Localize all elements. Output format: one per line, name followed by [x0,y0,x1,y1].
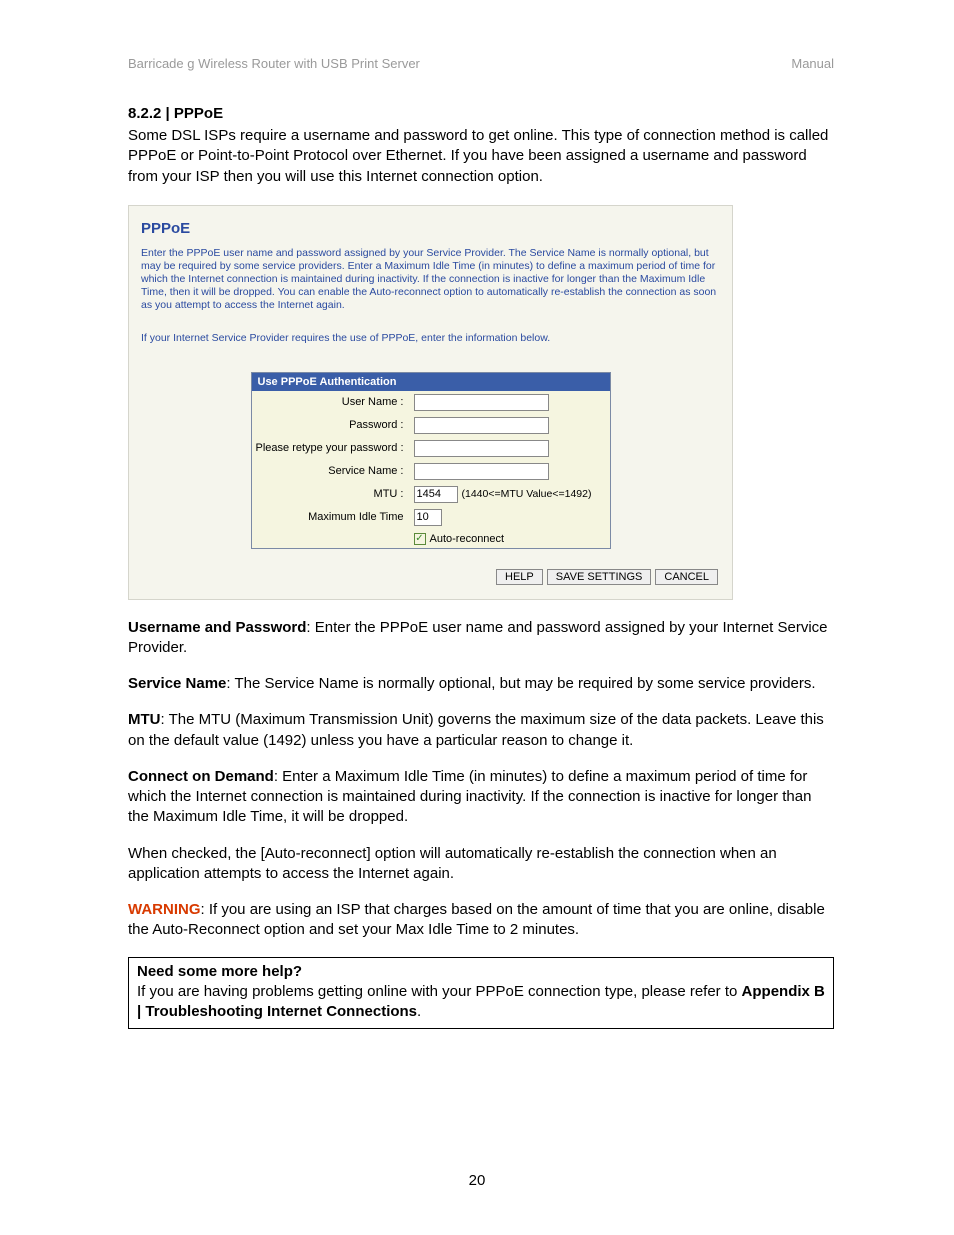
auto-reconnect-note: When checked, the [Auto-reconnect] optio… [128,844,834,885]
username-label: User Name : [252,391,410,414]
pppoe-panel: PPPoE Enter the PPPoE user name and pass… [128,205,733,600]
warning-text: : If you are using an ISP that charges b… [128,901,825,938]
help-box-title: Need some more help? [137,962,825,982]
service-name-input[interactable] [414,463,549,480]
definition-service-name: Service Name: The Service Name is normal… [128,674,834,694]
auto-reconnect-checkbox[interactable]: ✓ [414,533,426,545]
idle-time-label: Maximum Idle Time [252,506,410,528]
service-name-label: Service Name : [252,460,410,483]
auto-reconnect-label: Auto-reconnect [430,533,505,545]
help-box-period: . [417,1003,421,1020]
form-header: Use PPPoE Authentication [252,373,610,391]
mtu-label: MTU : [252,483,410,506]
help-box-body: If you are having problems getting onlin… [137,982,825,1023]
button-row: HELP SAVE SETTINGS CANCEL [129,549,732,585]
service-label: Service Name [128,675,226,692]
password-input[interactable] [414,417,549,434]
header-left: Barricade g Wireless Router with USB Pri… [128,56,420,71]
help-button[interactable]: HELP [496,569,543,585]
definition-connect-on-demand: Connect on Demand: Enter a Maximum Idle … [128,767,834,828]
mtu-hint: (1440<=MTU Value<=1492) [462,488,592,500]
username-input[interactable] [414,394,549,411]
password-label: Password : [252,414,410,437]
section-intro: Some DSL ISPs require a username and pas… [128,126,834,187]
header-right: Manual [791,56,834,71]
retype-password-label: Please retype your password : [252,437,410,460]
definition-username-password: Username and Password: Enter the PPPoE u… [128,618,834,659]
userpass-label: Username and Password [128,619,306,636]
page-header: Barricade g Wireless Router with USB Pri… [128,56,834,71]
save-settings-button[interactable]: SAVE SETTINGS [547,569,652,585]
connect-label: Connect on Demand [128,768,274,785]
mtu-def-label: MTU [128,711,161,728]
retype-password-input[interactable] [414,440,549,457]
service-text: : The Service Name is normally optional,… [226,675,815,692]
warning-label: WARNING [128,901,201,918]
help-box: Need some more help? If you are having p… [128,957,834,1030]
definition-mtu: MTU: The MTU (Maximum Transmission Unit)… [128,710,834,751]
page-number: 20 [0,1172,954,1189]
pppoe-form: Use PPPoE Authentication User Name : Pas… [251,372,611,549]
pppoe-title: PPPoE [129,218,732,241]
help-box-text: If you are having problems getting onlin… [137,983,742,1000]
cancel-button[interactable]: CANCEL [655,569,718,585]
idle-time-input[interactable] [414,509,442,526]
warning-paragraph: WARNING: If you are using an ISP that ch… [128,900,834,941]
mtu-input[interactable] [414,486,458,503]
mtu-def-text: : The MTU (Maximum Transmission Unit) go… [128,711,824,748]
pppoe-description-2: If your Internet Service Provider requir… [129,326,732,345]
section-heading: 8.2.2 | PPPoE [128,105,834,122]
pppoe-description-1: Enter the PPPoE user name and password a… [129,241,732,313]
